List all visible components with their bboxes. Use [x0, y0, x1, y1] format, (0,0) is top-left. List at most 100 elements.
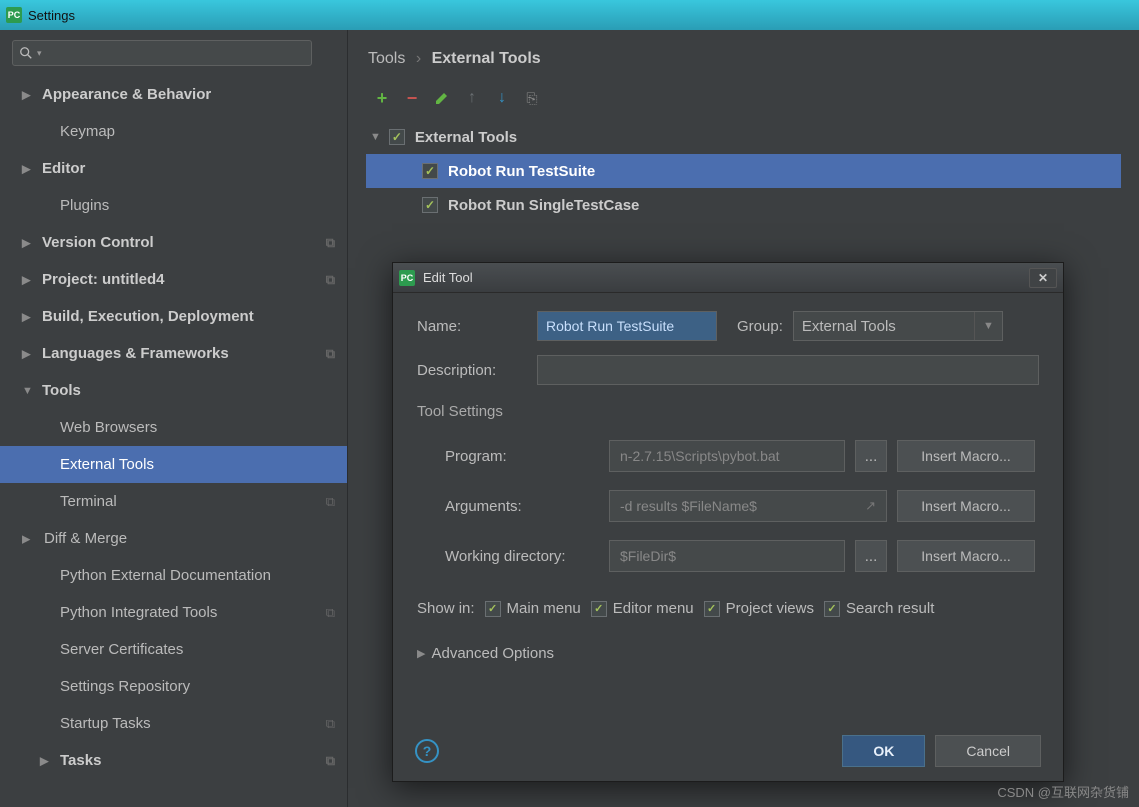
program-input[interactable]: n-2.7.15\Scripts\pybot.bat: [609, 440, 845, 472]
browse-working-dir-button[interactable]: ...: [855, 540, 887, 572]
checkbox[interactable]: ✓: [422, 197, 438, 213]
sidebar-item-label: Editor: [42, 160, 85, 177]
chevron-right-icon: ▶: [22, 273, 30, 286]
arguments-input[interactable]: -d results $FileName$↗: [609, 490, 887, 522]
show-in-checkbox[interactable]: ✓Main menu: [485, 600, 581, 617]
breadcrumb-root[interactable]: Tools: [368, 50, 405, 67]
window-titlebar: PC Settings: [0, 0, 1139, 30]
sidebar-item-label: Settings Repository: [60, 678, 190, 695]
checkbox[interactable]: ✓: [422, 163, 438, 179]
expand-icon[interactable]: ↗: [865, 498, 876, 514]
sidebar-item[interactable]: ▶Languages & Frameworks⧉: [0, 335, 347, 372]
name-input[interactable]: Robot Run TestSuite: [537, 311, 717, 341]
group-combo[interactable]: External Tools▼: [793, 311, 1003, 341]
sidebar-item[interactable]: ▶Project: untitled4⧉: [0, 261, 347, 298]
sidebar-item[interactable]: ▶ Build, Execution, Deployment: [0, 298, 347, 335]
checkbox[interactable]: ✓: [824, 601, 840, 617]
sidebar-item-label: Plugins: [60, 197, 109, 214]
insert-macro-button[interactable]: Insert Macro...: [897, 540, 1035, 572]
sidebar-item[interactable]: ▶Editor: [0, 150, 347, 187]
sidebar-item[interactable]: Plugins: [0, 187, 347, 224]
checkbox-label: Project views: [726, 600, 814, 617]
project-scope-icon: ⧉: [326, 494, 335, 510]
checkbox-label: Search result: [846, 600, 934, 617]
search-icon: [19, 46, 33, 60]
dialog-titlebar[interactable]: PC Edit Tool ✕: [393, 263, 1063, 293]
sidebar-item-label: Terminal: [60, 493, 117, 510]
sidebar-item[interactable]: ▶Diff & Merge: [0, 520, 347, 557]
toolbar: + − ↑ ↓ ⎘: [366, 86, 1121, 110]
sidebar-item-label: Build, Execution, Deployment: [42, 308, 254, 325]
external-tools-group[interactable]: ▼✓External Tools: [366, 120, 1121, 154]
working-dir-input[interactable]: $FileDir$: [609, 540, 845, 572]
checkbox[interactable]: ✓: [591, 601, 607, 617]
tool-name: Robot Run SingleTestCase: [448, 197, 639, 214]
sidebar-item[interactable]: Web Browsers: [0, 409, 347, 446]
show-in-checkbox[interactable]: ✓ Search result: [824, 600, 934, 617]
watermark: CSDN @互联网杂货铺: [997, 782, 1129, 801]
breadcrumb-leaf: External Tools: [432, 50, 541, 67]
sidebar-item-label: Startup Tasks: [60, 715, 151, 732]
checkbox[interactable]: ✓: [389, 129, 405, 145]
close-icon[interactable]: ✕: [1029, 268, 1057, 288]
insert-macro-button[interactable]: Insert Macro...: [897, 490, 1035, 522]
description-label: Description:: [417, 362, 527, 379]
search-input[interactable]: ▾: [12, 40, 312, 66]
sidebar-item[interactable]: ▼ Tools: [0, 372, 347, 409]
sidebar-item-label: Diff & Merge: [44, 530, 127, 547]
sidebar-item[interactable]: ▶Version Control⧉: [0, 224, 347, 261]
ok-button[interactable]: OK: [842, 735, 925, 767]
sidebar-item-label: Python External Documentation: [60, 567, 271, 584]
edit-icon[interactable]: [434, 90, 450, 106]
sidebar-item[interactable]: Terminal ⧉: [0, 483, 347, 520]
browse-program-button[interactable]: ...: [855, 440, 887, 472]
help-button[interactable]: ?: [415, 739, 439, 763]
sidebar-item-label: Appearance & Behavior: [42, 86, 211, 103]
tool-name: Robot Run TestSuite: [448, 163, 595, 180]
sidebar-item-label: Server Certificates: [60, 641, 183, 658]
insert-macro-button[interactable]: Insert Macro...: [897, 440, 1035, 472]
settings-sidebar: ▾ ▶Appearance & BehaviorKeymap▶EditorPlu…: [0, 30, 348, 807]
pycharm-icon: PC: [399, 270, 415, 286]
working-dir-label: Working directory:: [445, 548, 599, 565]
advanced-options-toggle[interactable]: ▶ Advanced Options: [417, 645, 1039, 662]
sidebar-item[interactable]: Server Certificates: [0, 631, 347, 668]
chevron-right-icon: ▶: [22, 310, 30, 323]
add-icon[interactable]: +: [374, 90, 390, 106]
external-tool-item[interactable]: ✓ Robot Run SingleTestCase: [366, 188, 1121, 222]
sidebar-item[interactable]: Keymap: [0, 113, 347, 150]
sidebar-item-label: Tasks: [60, 752, 101, 769]
external-tool-item[interactable]: ✓ Robot Run TestSuite: [366, 154, 1121, 188]
project-scope-icon: ⧉: [326, 753, 335, 769]
description-input[interactable]: [537, 355, 1039, 385]
checkbox[interactable]: ✓: [704, 601, 720, 617]
sidebar-item-label: Version Control: [42, 234, 154, 251]
move-down-icon[interactable]: ↓: [494, 90, 510, 106]
sidebar-item[interactable]: Startup Tasks⧉: [0, 705, 347, 742]
sidebar-item-label: Web Browsers: [60, 419, 157, 436]
sidebar-item[interactable]: Python Integrated Tools⧉: [0, 594, 347, 631]
project-scope-icon: ⧉: [326, 235, 335, 251]
cancel-button[interactable]: Cancel: [935, 735, 1041, 767]
show-in-checkbox[interactable]: ✓ Project views: [704, 600, 814, 617]
sidebar-item-label: Python Integrated Tools: [60, 604, 217, 621]
sidebar-item-label: Tools: [42, 382, 81, 399]
chevron-right-icon: ▶: [40, 754, 48, 767]
show-in-checkbox[interactable]: ✓Editor menu: [591, 600, 694, 617]
copy-icon[interactable]: ⎘: [524, 90, 540, 106]
arguments-label: Arguments:: [445, 498, 599, 515]
remove-icon[interactable]: −: [404, 90, 420, 106]
checkbox[interactable]: ✓: [485, 601, 501, 617]
show-in-label: Show in:: [417, 600, 475, 617]
sidebar-item[interactable]: ▶ Tasks ⧉: [0, 742, 347, 779]
sidebar-item[interactable]: Python External Documentation: [0, 557, 347, 594]
sidebar-item[interactable]: ▶Appearance & Behavior: [0, 76, 347, 113]
sidebar-item[interactable]: Settings Repository: [0, 668, 347, 705]
sidebar-item[interactable]: External Tools: [0, 446, 347, 483]
project-scope-icon: ⧉: [326, 272, 335, 288]
name-label: Name:: [417, 318, 527, 335]
chevron-down-icon: ▼: [974, 312, 994, 340]
pycharm-icon: PC: [6, 7, 22, 23]
move-up-icon: ↑: [464, 90, 480, 106]
chevron-down-icon: ▼: [22, 385, 33, 397]
